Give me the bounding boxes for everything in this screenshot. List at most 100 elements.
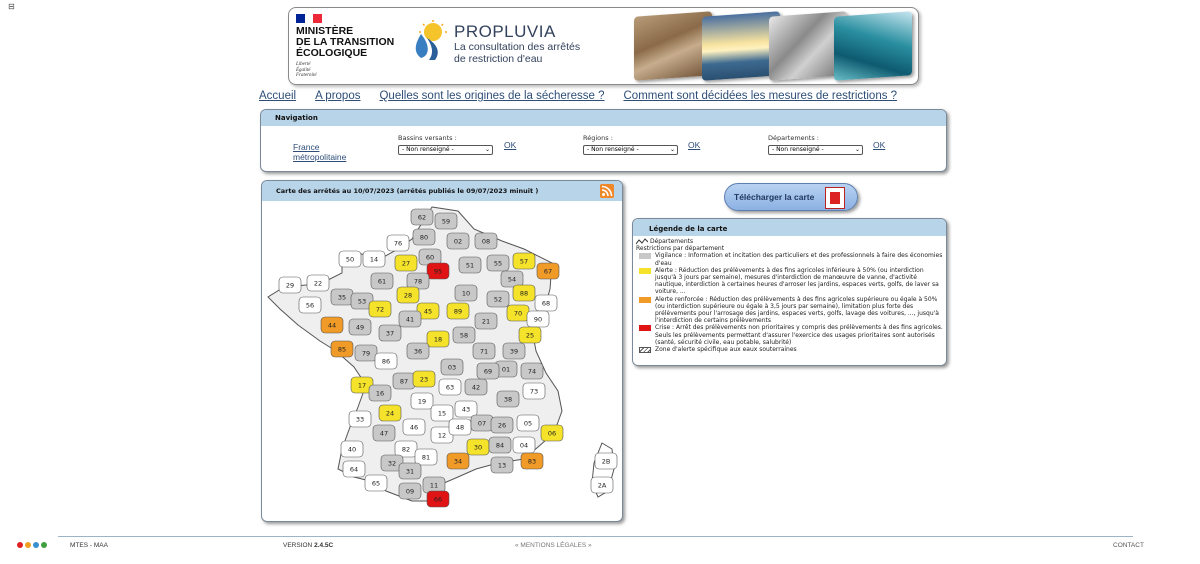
footer-divider — [58, 536, 1133, 537]
department-label-09: 09 — [406, 488, 414, 496]
departements-label: Départements : — [768, 134, 819, 142]
department-label-81: 81 — [422, 454, 430, 462]
france-metropolitaine-link[interactable]: France métropolitaine — [293, 142, 346, 162]
department-label-40: 40 — [348, 446, 356, 454]
alerte-renforcee-swatch — [639, 296, 651, 303]
menu-link-mesures-restrictions[interactable]: Comment sont décidées les mesures de res… — [624, 90, 898, 102]
department-label-33: 33 — [356, 416, 364, 424]
department-label-06: 06 — [548, 430, 556, 438]
department-label-70: 70 — [514, 310, 522, 318]
department-label-82: 82 — [402, 446, 410, 454]
department-label-32: 32 — [388, 460, 396, 468]
department-label-07: 07 — [478, 420, 486, 428]
department-label-03: 03 — [448, 364, 456, 372]
department-label-22: 22 — [314, 280, 322, 288]
department-label-65: 65 — [372, 480, 380, 488]
navigation-title: Navigation — [261, 110, 946, 126]
regions-select[interactable]: - Non renseigné - ⌄ — [583, 145, 678, 155]
department-label-21: 21 — [482, 318, 490, 326]
water-wave-photo — [834, 11, 912, 81]
department-label-29: 29 — [286, 282, 294, 290]
bassins-versants-label: Bassins versants : — [398, 134, 457, 142]
department-label-57: 57 — [520, 258, 528, 266]
ministry-name: MINISTÈRE DE LA TRANSITION ÉCOLOGIQUE — [296, 25, 395, 59]
department-label-04: 04 — [520, 442, 528, 450]
contact-link[interactable]: CONTACT — [1113, 542, 1144, 549]
pdf-icon — [825, 187, 845, 209]
department-label-08: 08 — [482, 238, 490, 246]
legend-item-eaux-souterraines: Zone d'alerte spécifique aux eaux souter… — [636, 346, 943, 354]
department-label-56: 56 — [306, 302, 314, 310]
departements-ok-link[interactable]: OK — [873, 140, 885, 150]
department-label-76: 76 — [394, 240, 402, 248]
department-label-35: 35 — [338, 294, 346, 302]
department-label-2B: 2B — [602, 458, 611, 466]
department-label-52: 52 — [494, 296, 502, 304]
department-label-54: 54 — [508, 276, 516, 284]
propluvia-logo-icon — [415, 20, 447, 60]
department-label-79: 79 — [362, 350, 370, 358]
department-label-48: 48 — [456, 424, 464, 432]
department-label-17: 17 — [358, 382, 366, 390]
department-label-89: 89 — [454, 308, 462, 316]
republic-motto: Liberté Égalité Fraternité — [296, 62, 317, 78]
france-drought-map[interactable]: 62 59 80 02 08 76 6095 55 57 67 14 50 27 78 51 54 88 68 29… — [262, 201, 622, 521]
bassins-versants-select[interactable]: - Non renseigné - ⌄ — [398, 145, 493, 155]
legend-title: Légende de la carte — [633, 219, 946, 236]
download-map-button[interactable]: Télécharger la carte — [724, 183, 858, 211]
department-label-69: 69 — [484, 368, 492, 376]
department-label-83: 83 — [528, 458, 536, 466]
department-label-80: 80 — [420, 234, 428, 242]
department-label-78: 78 — [414, 278, 422, 286]
department-label-34: 34 — [454, 458, 462, 466]
department-label-23: 23 — [420, 376, 428, 384]
department-label-58: 58 — [460, 332, 468, 340]
rss-icon[interactable] — [600, 184, 614, 198]
map-title: Carte des arrêtés au 10/07/2023 (arrêtés… — [262, 181, 622, 201]
boundary-line-icon — [636, 238, 648, 245]
regions-group: Régions : - Non renseigné - ⌄ — [583, 134, 678, 155]
department-label-31: 31 — [406, 468, 414, 476]
menu-link-accueil[interactable]: Accueil — [259, 90, 296, 102]
department-label-01: 01 — [502, 366, 510, 374]
department-label-72: 72 — [376, 306, 384, 314]
department-label-62: 62 — [418, 214, 426, 222]
department-label-71: 71 — [480, 348, 488, 356]
departements-select[interactable]: - Non renseigné - ⌄ — [768, 145, 863, 155]
department-label-39: 39 — [510, 348, 518, 356]
department-label-30: 30 — [474, 444, 482, 452]
brand-subtitle: La consultation des arrêtés de restricti… — [454, 41, 581, 65]
department-label-15: 15 — [438, 410, 446, 418]
department-label-53: 53 — [358, 298, 366, 306]
chevron-down-icon: ⌄ — [484, 146, 490, 153]
department-label-60: 60 — [426, 254, 434, 262]
department-label-42: 42 — [472, 384, 480, 392]
department-label-45: 45 — [424, 308, 432, 316]
footer-version: VERSION 2.4.5C — [283, 542, 334, 549]
brand-title: PROPLUVIA — [454, 22, 556, 41]
department-label-18: 18 — [434, 336, 442, 344]
department-label-51: 51 — [466, 262, 474, 270]
legal-mentions-link[interactable]: « MENTIONS LÉGALES » — [515, 542, 592, 549]
department-label-16: 16 — [376, 390, 384, 398]
menu-link-origines-secheresse[interactable]: Quelles sont les origines de la sécheres… — [379, 90, 604, 102]
menu-link-a-propos[interactable]: A propos — [315, 90, 360, 102]
department-label-86: 86 — [382, 358, 390, 366]
chevron-down-icon: ⌄ — [854, 146, 860, 153]
department-label-25: 25 — [526, 332, 534, 340]
department-label-13: 13 — [498, 462, 506, 470]
department-label-10: 10 — [462, 290, 470, 298]
header-banner: MINISTÈRE DE LA TRANSITION ÉCOLOGIQUE Li… — [288, 7, 919, 85]
department-label-55: 55 — [494, 260, 502, 268]
map-panel: Carte des arrêtés au 10/07/2023 (arrêtés… — [261, 180, 623, 522]
regions-ok-link[interactable]: OK — [688, 140, 700, 150]
department-label-87: 87 — [400, 378, 408, 386]
regions-label: Régions : — [583, 134, 613, 142]
department-label-73: 73 — [530, 388, 538, 396]
legend-panel: Légende de la carte Départements Restric… — [632, 218, 947, 366]
department-label-88: 88 — [520, 290, 528, 298]
department-label-26: 26 — [498, 422, 506, 430]
bassins-versants-ok-link[interactable]: OK — [504, 140, 516, 150]
department-label-50: 50 — [346, 256, 354, 264]
dry-earth-photo — [634, 11, 712, 81]
